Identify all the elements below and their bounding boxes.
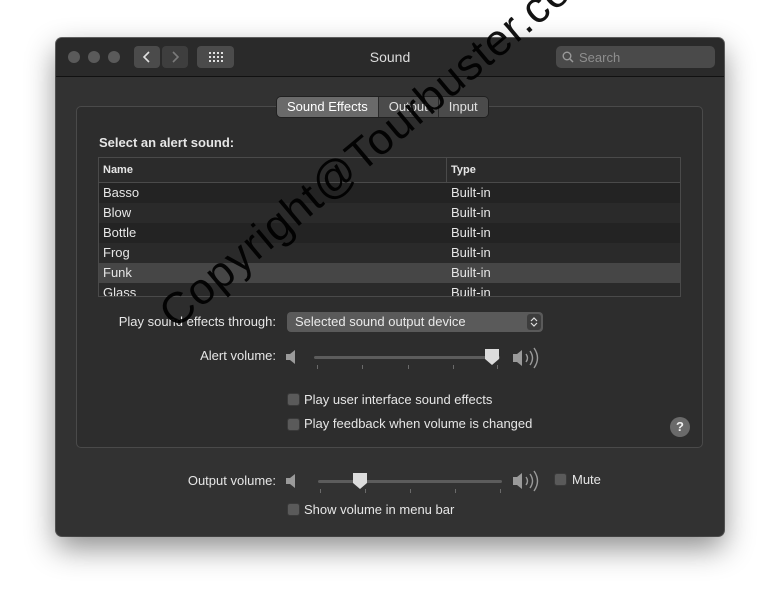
alert-sound-heading: Select an alert sound: (99, 135, 235, 150)
column-header-type[interactable]: Type (447, 158, 476, 182)
updown-arrows-icon (527, 314, 541, 330)
speaker-low-icon (286, 474, 295, 488)
sound-type: Built-in (451, 185, 491, 200)
output-volume-track[interactable] (318, 480, 502, 483)
output-volume-label: Output volume: (187, 473, 276, 488)
mute-checkbox[interactable] (554, 473, 567, 486)
speaker-high-icon (513, 347, 539, 369)
sound-type: Built-in (451, 285, 491, 297)
sound-type: Built-in (451, 265, 491, 280)
sound-type: Built-in (451, 245, 491, 260)
slider-tick (317, 365, 318, 369)
sound-type: Built-in (451, 205, 491, 220)
ui-sound-effects-label: Play user interface sound effects (304, 392, 493, 407)
sound-name: Glass (103, 285, 137, 297)
sound-name: Funk (103, 265, 132, 280)
slider-tick (362, 365, 363, 369)
tab-sound-effects[interactable]: Sound Effects (277, 97, 379, 117)
slider-tick (453, 365, 454, 369)
alert-volume-track[interactable] (314, 356, 500, 359)
mute-label: Mute (572, 472, 601, 487)
output-device-popup[interactable]: Selected sound output device (287, 312, 543, 332)
ui-sound-effects-checkbox[interactable] (287, 393, 300, 406)
search-icon (562, 51, 574, 63)
alert-volume-label: Alert volume: (200, 348, 276, 363)
show-volume-menu-bar-checkbox[interactable] (287, 503, 300, 516)
slider-tick (455, 489, 456, 493)
alert-volume-slider-knob[interactable] (484, 348, 500, 366)
output-device-value: Selected sound output device (295, 314, 466, 329)
search-placeholder: Search (579, 49, 621, 65)
show-volume-menu-bar-label: Show volume in menu bar (304, 502, 455, 517)
slider-tick (408, 365, 409, 369)
slider-tick (320, 489, 321, 493)
title-bar: Sound Search (56, 38, 724, 77)
help-button[interactable]: ? (670, 417, 690, 437)
column-header-name[interactable]: Name (99, 158, 447, 182)
table-row[interactable]: Frog Built-in (99, 243, 680, 263)
volume-feedback-label: Play feedback when volume is changed (304, 416, 533, 431)
speaker-low-icon (286, 350, 295, 364)
table-row[interactable]: Basso Built-in (99, 183, 680, 203)
speaker-high-icon (513, 470, 539, 492)
table-row[interactable]: Blow Built-in (99, 203, 680, 223)
slider-tick (500, 489, 501, 493)
sound-type: Built-in (451, 225, 491, 240)
table-row[interactable]: Bottle Built-in (99, 223, 680, 243)
search-field[interactable]: Search (556, 46, 715, 68)
output-volume-slider-knob[interactable] (352, 472, 368, 490)
volume-feedback-checkbox[interactable] (287, 418, 300, 431)
slider-tick (410, 489, 411, 493)
